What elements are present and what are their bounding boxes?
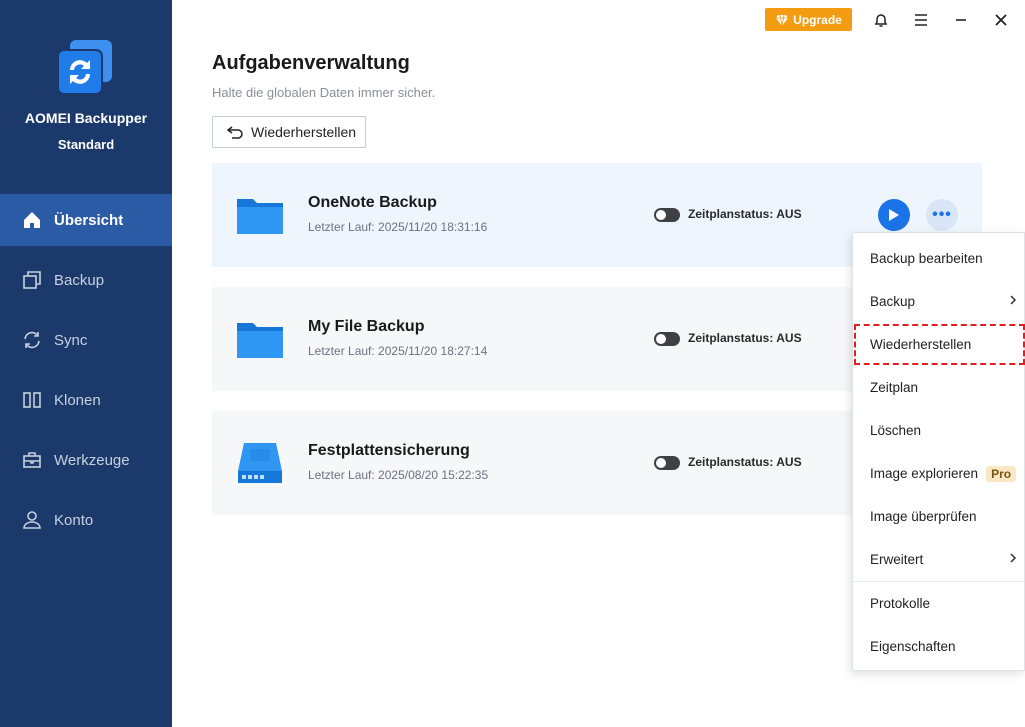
sync-icon — [24, 331, 40, 349]
restore-button-label: Wiederherstellen — [251, 124, 357, 140]
menu-item-loeschen[interactable]: Löschen — [853, 409, 1025, 452]
sidebar-item-label: Übersicht — [54, 211, 124, 229]
disk-icon — [238, 443, 282, 483]
task-name: Festplattensicherung — [308, 442, 470, 459]
minimize-icon[interactable] — [949, 8, 973, 32]
schedule-status: Zeitplanstatus: AUS — [688, 331, 802, 345]
sidebar-nav: Übersicht Backup Sync Klonen Werkzeuge K… — [0, 194, 172, 554]
sidebar-item-konto[interactable]: Konto — [0, 494, 172, 546]
app-name: AOMEI Backupper — [24, 110, 148, 126]
app-edition: Standard — [57, 137, 115, 152]
sidebar-item-werkzeuge[interactable]: Werkzeuge — [0, 434, 172, 486]
sidebar-item-label: Werkzeuge — [54, 451, 130, 469]
run-task-button[interactable] — [878, 199, 910, 231]
sidebar-item-label: Klonen — [54, 391, 101, 409]
page-subtitle: Halte die globalen Daten immer sicher. — [212, 85, 436, 100]
schedule-toggle[interactable] — [654, 456, 680, 470]
app-logo-icon — [56, 40, 114, 96]
task-last-run: Letzter Lauf: 2025/11/20 18:27:14 — [308, 344, 488, 358]
upgrade-label: Upgrade — [793, 12, 842, 27]
menu-item-label: Backup — [870, 294, 916, 309]
menu-item-eigenschaften[interactable]: Eigenschaften — [853, 625, 1025, 668]
schedule-status: Zeitplanstatus: AUS — [688, 207, 802, 221]
sidebar-item-backup[interactable]: Backup — [0, 254, 172, 306]
more-dots-icon: ••• — [932, 206, 952, 223]
menu-item-zeitplan[interactable]: Zeitplan — [853, 366, 1025, 409]
menu-item-label: Backup bearbeiten — [870, 251, 983, 266]
schedule-status: Zeitplanstatus: AUS — [688, 455, 802, 469]
task-name: My File Backup — [308, 318, 425, 335]
sidebar-item-label: Konto — [54, 511, 94, 529]
chevron-right-icon — [1010, 553, 1017, 563]
play-icon — [889, 209, 899, 221]
sidebar-item-label: Backup — [54, 271, 105, 289]
menu-icon[interactable] — [909, 8, 933, 32]
restore-button[interactable]: Wiederherstellen — [212, 116, 366, 148]
menu-item-backup-bearbeiten[interactable]: Backup bearbeiten — [853, 237, 1025, 280]
user-icon — [23, 511, 41, 529]
schedule-toggle[interactable] — [654, 332, 680, 346]
backup-icon — [23, 271, 41, 289]
sidebar-item-label: Sync — [54, 331, 88, 349]
menu-item-label: Image explorieren — [870, 466, 979, 481]
menu-item-backup[interactable]: Backup — [853, 280, 1025, 323]
notification-bell-icon[interactable] — [869, 8, 893, 32]
sidebar-item-sync[interactable]: Sync — [0, 314, 172, 366]
task-context-menu: Backup bearbeiten Backup Wiederherstelle… — [852, 232, 1025, 671]
menu-item-label: Image überprüfen — [870, 509, 977, 524]
more-options-button[interactable]: ••• — [926, 199, 958, 231]
page-title: Aufgabenverwaltung — [212, 52, 410, 74]
menu-item-image-explorieren[interactable]: Image explorieren Pro — [853, 452, 1025, 495]
diamond-icon — [776, 14, 789, 26]
menu-item-label: Eigenschaften — [870, 639, 956, 654]
menu-item-protokolle[interactable]: Protokolle — [853, 582, 1025, 625]
menu-item-erweitert[interactable]: Erweitert — [853, 538, 1025, 581]
undo-arrow-icon — [227, 126, 243, 139]
home-icon — [24, 212, 40, 228]
chevron-right-icon — [1010, 295, 1017, 305]
folder-icon — [237, 323, 283, 358]
menu-item-label: Protokolle — [870, 596, 931, 611]
menu-item-label: Erweitert — [870, 552, 924, 567]
sidebar-item-klonen[interactable]: Klonen — [0, 374, 172, 426]
pro-badge: Pro — [986, 465, 1017, 482]
menu-item-wiederherstellen[interactable]: Wiederherstellen — [853, 323, 1025, 366]
menu-item-image-ueberpruefen[interactable]: Image überprüfen — [853, 495, 1025, 538]
toolbox-icon — [23, 452, 41, 468]
schedule-toggle[interactable] — [654, 208, 680, 222]
clone-icon — [23, 392, 41, 408]
close-icon[interactable] — [989, 8, 1013, 32]
menu-item-label: Wiederherstellen — [870, 337, 972, 352]
task-last-run: Letzter Lauf: 2025/11/20 18:31:16 — [308, 220, 488, 234]
folder-icon — [237, 199, 283, 234]
task-last-run: Letzter Lauf: 2025/08/20 15:22:35 — [308, 468, 489, 482]
task-name: OneNote Backup — [308, 194, 437, 211]
menu-item-label: Löschen — [870, 423, 922, 438]
menu-item-label: Zeitplan — [870, 380, 919, 395]
sidebar: AOMEI Backupper Standard Übersicht Backu… — [0, 0, 172, 727]
upgrade-button[interactable]: Upgrade — [765, 8, 852, 31]
sidebar-item-uebersicht[interactable]: Übersicht — [0, 194, 172, 246]
